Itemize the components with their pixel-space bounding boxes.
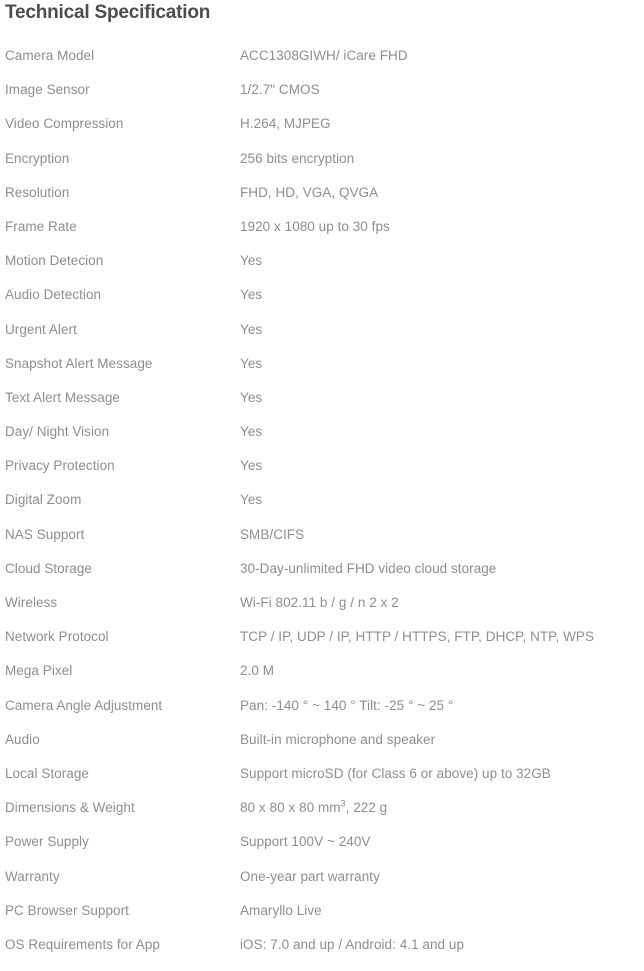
table-row: Text Alert Message Yes bbox=[0, 390, 644, 424]
spec-label: Camera Angle Adjustment bbox=[5, 697, 163, 713]
spec-value: 30-Day-unlimited FHD video cloud storage bbox=[240, 560, 497, 576]
spec-value: H.264, MJPEG bbox=[240, 116, 331, 132]
spec-value: Yes bbox=[240, 355, 263, 371]
table-row: Cloud Storage 30-Day-unlimited FHD video … bbox=[0, 561, 644, 595]
table-row: Power Supply Support 100V ~ 240V bbox=[0, 834, 644, 868]
table-row: OS Requirements for App iOS: 7.0 and up /… bbox=[0, 937, 644, 971]
table-row: Urgent Alert Yes bbox=[0, 322, 644, 356]
spec-label: Day/ Night Vision bbox=[5, 424, 110, 440]
table-row: Motion Detecion Yes bbox=[0, 253, 644, 287]
spec-label: Power Supply bbox=[5, 834, 89, 850]
table-row: Camera Angle Adjustment Pan: -140 ° ~ 140… bbox=[0, 698, 644, 732]
spec-value: ACC1308GIWH/ iCare FHD bbox=[240, 48, 408, 63]
spec-value: 1920 x 1080 up to 30 fps bbox=[240, 218, 390, 234]
table-row: Local Storage Support microSD (for Class … bbox=[0, 766, 644, 800]
spec-value: Support 100V ~ 240V bbox=[240, 834, 371, 850]
spec-label: Text Alert Message bbox=[5, 389, 120, 405]
table-row: Audio Built-in microphone and speaker bbox=[0, 732, 644, 766]
spec-label: Privacy Protection bbox=[5, 458, 115, 474]
table-row: Dimensions & Weight 80 x 80 x 80 mm3, 222… bbox=[0, 798, 644, 834]
table-row: Snapshot Alert Message Yes bbox=[0, 356, 644, 390]
spec-value: FHD, HD, VGA, QVGA bbox=[240, 184, 379, 200]
table-row: Privacy Protection Yes bbox=[0, 458, 644, 492]
specification-table: Camera Model ACC1308GIWH/ iCare FHD Image … bbox=[0, 48, 644, 971]
spec-value: Amaryllo Live bbox=[240, 902, 322, 918]
spec-value: Yes bbox=[240, 389, 263, 405]
spec-label: Camera Model bbox=[5, 48, 95, 63]
spec-value: Yes bbox=[240, 492, 263, 508]
spec-label: Audio Detection bbox=[5, 287, 102, 303]
spec-value: Yes bbox=[240, 424, 263, 440]
spec-value: 256 bits encryption bbox=[240, 150, 355, 166]
spec-label: Snapshot Alert Message bbox=[5, 355, 153, 371]
table-row: Network Protocol TCP / IP, UDP / IP, HTTP… bbox=[0, 629, 644, 663]
spec-value: Yes bbox=[240, 287, 263, 303]
spec-label: Warranty bbox=[5, 868, 60, 884]
spec-value: One-year part warranty bbox=[240, 868, 380, 884]
spec-value: Yes bbox=[240, 458, 263, 474]
spec-label: Image Sensor bbox=[5, 82, 90, 98]
spec-value: 2.0 M bbox=[240, 663, 275, 679]
spec-label: Frame Rate bbox=[5, 218, 77, 234]
table-row: Mega Pixel 2.0 M bbox=[0, 663, 644, 697]
spec-label: Mega Pixel bbox=[5, 663, 73, 679]
spec-label: Cloud Storage bbox=[5, 560, 92, 576]
spec-label: Resolution bbox=[5, 184, 70, 200]
spec-value: Support microSD (for Class 6 or above) u… bbox=[240, 765, 551, 781]
spec-label: Video Compression bbox=[5, 116, 124, 132]
table-row: PC Browser Support Amaryllo Live bbox=[0, 903, 644, 937]
spec-label: Encryption bbox=[5, 150, 70, 166]
table-row: Digital Zoom Yes bbox=[0, 492, 644, 526]
spec-label: Network Protocol bbox=[5, 629, 109, 645]
spec-label: Digital Zoom bbox=[5, 492, 82, 508]
spec-label: Urgent Alert bbox=[5, 321, 77, 337]
spec-value: Yes bbox=[240, 253, 263, 269]
spec-label: NAS Support bbox=[5, 526, 85, 542]
spec-label: Dimensions & Weight bbox=[5, 800, 135, 816]
table-row: Resolution FHD, HD, VGA, QVGA bbox=[0, 185, 644, 219]
table-row: Audio Detection Yes bbox=[0, 287, 644, 321]
spec-value: Built-in microphone and speaker bbox=[240, 731, 436, 747]
spec-value: TCP / IP, UDP / IP, HTTP / HTTPS, FTP, D… bbox=[240, 629, 594, 645]
spec-label: Local Storage bbox=[5, 765, 89, 781]
table-row: Day/ Night Vision Yes bbox=[0, 424, 644, 458]
spec-label: PC Browser Support bbox=[5, 902, 129, 918]
table-row: NAS Support SMB/CIFS bbox=[0, 527, 644, 561]
table-row: Frame Rate 1920 x 1080 up to 30 fps bbox=[0, 219, 644, 253]
table-row: Wireless Wi-Fi 802.11 b / g / n 2 x 2 bbox=[0, 595, 644, 629]
table-row: Video Compression H.264, MJPEG bbox=[0, 116, 644, 150]
table-row: Camera Model ACC1308GIWH/ iCare FHD bbox=[0, 48, 644, 82]
technical-specification-sheet: Technical Specification Camera Model ACC1… bbox=[0, 0, 644, 960]
spec-value: 80 x 80 x 80 mm3, 222 g bbox=[240, 798, 388, 816]
spec-label: Audio bbox=[5, 731, 40, 747]
spec-value: Pan: -140 ° ~ 140 ° Tilt: -25 ° ~ 25 ° bbox=[240, 697, 454, 713]
table-row: Image Sensor 1/2.7" CMOS bbox=[0, 82, 644, 116]
spec-value: 1/2.7" CMOS bbox=[240, 82, 320, 98]
table-row: Encryption 256 bits encryption bbox=[0, 151, 644, 185]
page-title: Technical Specification bbox=[5, 2, 211, 23]
spec-label: Wireless bbox=[5, 595, 58, 610]
spec-label: Motion Detecion bbox=[5, 253, 104, 269]
spec-value: Yes bbox=[240, 321, 263, 337]
spec-value: Wi-Fi 802.11 b / g / n 2 x 2 bbox=[240, 595, 399, 610]
spec-label: OS Requirements for App bbox=[5, 936, 160, 952]
spec-value: SMB/CIFS bbox=[240, 526, 305, 542]
spec-value: iOS: 7.0 and up / Android: 4.1 and up bbox=[240, 936, 465, 952]
table-row: Warranty One-year part warranty bbox=[0, 869, 644, 903]
